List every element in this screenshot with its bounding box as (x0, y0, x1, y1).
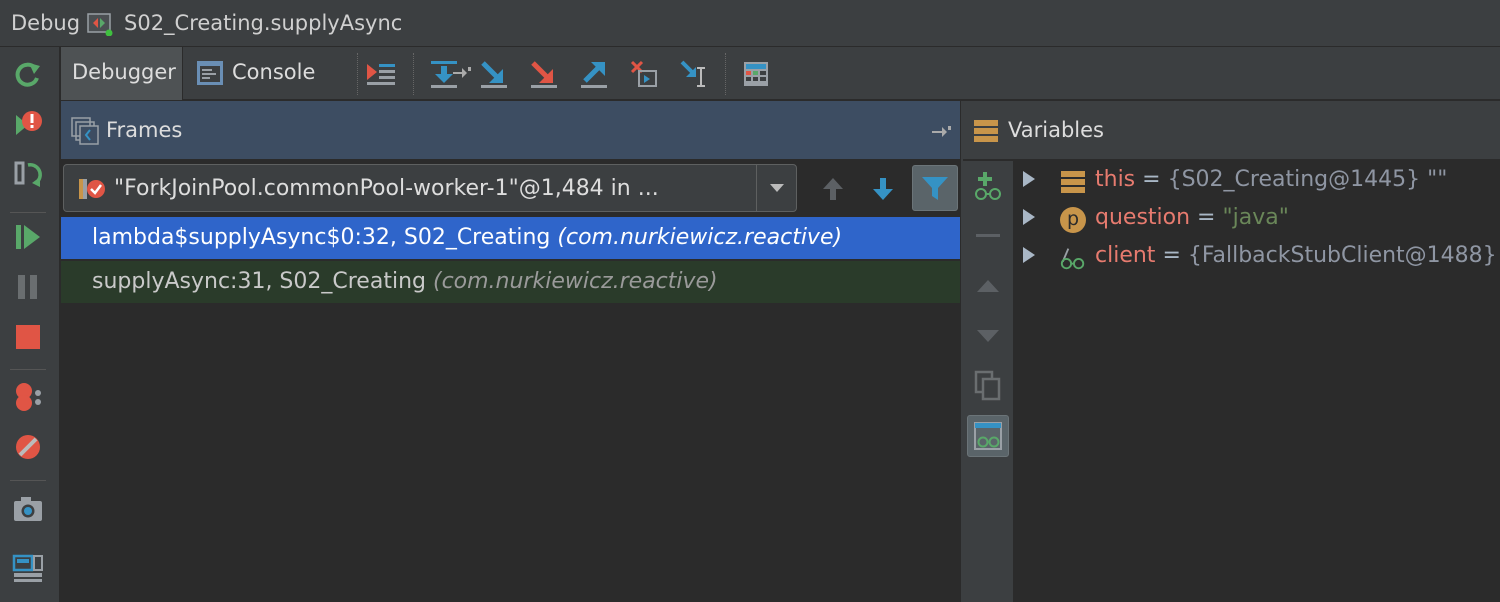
frame-method: supplyAsync:31, S02_Creating (92, 269, 426, 294)
debugger-toolbar: Debugger Console (61, 47, 1500, 100)
variable-value: {FallbackStubClient@1488} (1187, 243, 1497, 268)
force-step-into-icon[interactable] (527, 57, 561, 91)
tool-window-title: Debug (11, 11, 81, 35)
parameter-icon-letter: p (1067, 208, 1080, 230)
variables-side-toolbar (963, 161, 1014, 602)
frame-package: (com.nurkiewicz.reactive) (557, 225, 843, 250)
previous-frame-icon[interactable] (813, 169, 853, 209)
next-frame-icon[interactable] (863, 169, 903, 209)
frames-title: Frames (106, 118, 183, 142)
run-config-name: S02_Creating.supplyAsync (124, 11, 403, 35)
debug-title-bar: Debug S02_Creating.supplyAsync (0, 0, 1500, 47)
variable-row[interactable]: client = {FallbackStubClient@1488} (1015, 239, 1500, 275)
frame-row[interactable]: supplyAsync:31, S02_Creating (com.nurkie… (61, 261, 960, 303)
chevron-down-icon[interactable] (756, 165, 796, 211)
tab-console-label: Console (232, 60, 316, 84)
variable-eq: = (1197, 205, 1216, 230)
evaluate-expression-icon[interactable] (739, 57, 773, 91)
thread-suspended-icon (77, 176, 107, 206)
drop-frame-icon[interactable] (627, 57, 661, 91)
stop-icon[interactable] (8, 317, 48, 357)
show-execution-point-icon[interactable] (364, 57, 398, 91)
variable-row[interactable]: this = {S02_Creating@1445} "" (1015, 163, 1500, 199)
view-breakpoints-icon[interactable] (8, 377, 48, 417)
variables-tree: this = {S02_Creating@1445} "" p question… (1015, 161, 1500, 602)
variable-eq: = (1142, 167, 1161, 192)
watch-glasses-icon (1059, 244, 1087, 272)
expand-arrow-icon[interactable] (1023, 171, 1035, 187)
copy-icon[interactable] (967, 365, 1009, 407)
frames-panel-header: Frames (61, 101, 960, 160)
layout-icon[interactable] (8, 549, 48, 589)
restart-exception-icon[interactable] (8, 105, 48, 145)
move-up-icon[interactable] (967, 265, 1009, 307)
step-out-icon[interactable] (577, 57, 611, 91)
frames-icon (71, 117, 99, 149)
variable-row[interactable]: p question = "java" (1015, 201, 1500, 237)
remove-watch-icon[interactable] (967, 215, 1009, 257)
thread-name: "ForkJoinPool.commonPool-worker-1"@1,484… (114, 176, 659, 201)
screenshot-icon[interactable] (8, 489, 48, 529)
console-icon (196, 59, 224, 91)
variables-panel-header: Variables (963, 101, 1500, 160)
move-down-icon[interactable] (967, 315, 1009, 357)
debug-left-toolbar (0, 47, 60, 602)
variable-value: {S02_Creating@1445} "" (1167, 167, 1448, 192)
run-config-icon (87, 12, 113, 37)
rerun-icon[interactable] (8, 55, 48, 95)
new-watch-icon[interactable] (967, 165, 1009, 207)
frame-row[interactable]: lambda$supplyAsync$0:32, S02_Creating (c… (61, 217, 960, 259)
filter-frames-icon[interactable] (912, 165, 958, 211)
object-fields-icon (1059, 168, 1087, 196)
frame-method: lambda$supplyAsync$0:32, S02_Creating (92, 225, 551, 250)
tab-console[interactable]: Console (185, 47, 471, 100)
variable-value: "java" (1222, 205, 1289, 230)
step-over-icon[interactable] (427, 57, 461, 91)
variable-name: question (1095, 205, 1191, 230)
variables-title: Variables (1008, 118, 1104, 142)
run-to-cursor-icon[interactable] (677, 57, 711, 91)
tab-debugger-label: Debugger (72, 60, 176, 84)
expand-arrow-icon[interactable] (1023, 209, 1035, 225)
variable-name: this (1095, 167, 1136, 192)
variable-eq: = (1162, 243, 1181, 268)
resume-icon[interactable] (8, 217, 48, 257)
hide-panel-icon[interactable] (931, 124, 953, 144)
mute-breakpoints-icon[interactable] (8, 427, 48, 467)
tab-debugger[interactable]: Debugger (61, 47, 183, 100)
frames-panel: "ForkJoinPool.commonPool-worker-1"@1,484… (61, 161, 960, 602)
frame-package: (com.nurkiewicz.reactive) (432, 269, 718, 294)
expand-arrow-icon[interactable] (1023, 247, 1035, 263)
parameter-icon: p (1059, 206, 1087, 234)
variables-icon (973, 118, 999, 148)
pause-icon[interactable] (8, 267, 48, 307)
thread-selector[interactable]: "ForkJoinPool.commonPool-worker-1"@1,484… (63, 164, 797, 212)
show-watches-icon[interactable] (967, 415, 1009, 457)
step-into-icon[interactable] (477, 57, 511, 91)
variable-name: client (1095, 243, 1156, 268)
rerun-modified-icon[interactable] (8, 155, 48, 195)
